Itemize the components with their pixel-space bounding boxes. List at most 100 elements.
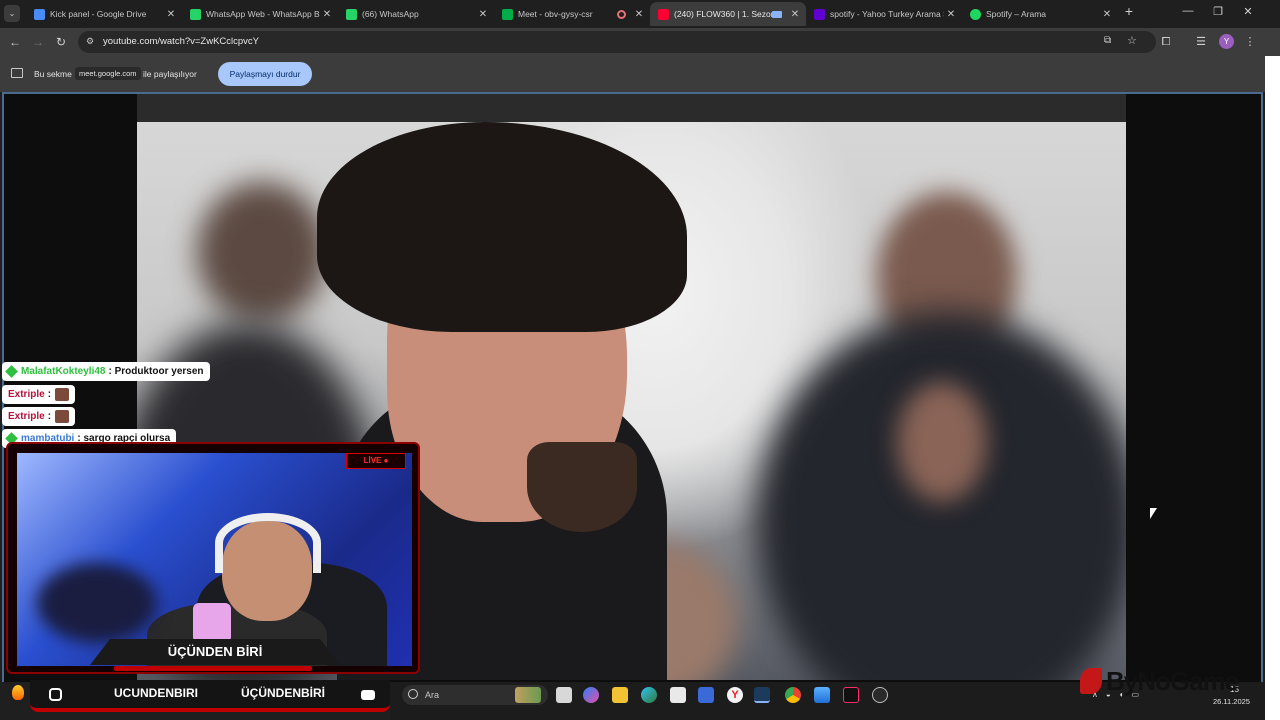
profile-avatar[interactable]: Y	[1219, 34, 1234, 49]
store-icon[interactable]	[670, 687, 686, 703]
streamer-name-plate: ÜÇÜNDEN BİRİ	[90, 639, 340, 665]
install-app-icon[interactable]: ⧉	[1104, 35, 1111, 46]
headphones-icon	[215, 513, 321, 573]
pink-cup	[193, 603, 231, 643]
chat-text: Produktoor yersen	[114, 366, 204, 377]
clock-date[interactable]: 26.11.2025	[1213, 697, 1250, 706]
tab-search-button[interactable]: ⌄	[4, 5, 20, 22]
new-tab-button[interactable]: +	[1119, 3, 1139, 19]
site-info-icon[interactable]: ⚙	[86, 36, 94, 47]
tab-google-drive[interactable]: Kick panel - Google Drive ✕	[26, 2, 182, 26]
name-plate-accent	[114, 666, 312, 671]
copilot-icon[interactable]	[583, 687, 599, 703]
close-tab-icon[interactable]: ✕	[320, 9, 334, 20]
live-badge: LİVE ●	[346, 453, 406, 469]
youtube-icon	[361, 690, 375, 700]
search-highlight-icon[interactable]	[515, 687, 541, 703]
steam-icon[interactable]	[754, 687, 770, 703]
app-badge-icon[interactable]	[872, 687, 888, 703]
extensions-icon[interactable]: ⧠	[1158, 34, 1174, 50]
edge-icon[interactable]	[641, 687, 657, 703]
chat-separator: :	[108, 366, 112, 377]
webcam-feed	[17, 453, 412, 666]
chat-separator: :	[47, 411, 52, 422]
whatsapp-icon	[190, 8, 201, 20]
video-letterbox-top	[137, 94, 1126, 122]
google-drive-icon	[34, 8, 45, 20]
flame-icon	[12, 685, 24, 700]
menu-kebab-icon[interactable]: ⋮	[1242, 34, 1258, 50]
bookmark-star-icon[interactable]: ☆	[1127, 34, 1137, 47]
task-view-icon[interactable]	[556, 687, 572, 703]
background-hand	[897, 382, 987, 502]
file-explorer-icon[interactable]	[612, 687, 628, 703]
close-tab-icon[interactable]: ✕	[944, 9, 958, 20]
cast-icon	[772, 10, 782, 18]
chat-message: Extriple :	[2, 385, 76, 404]
close-tab-icon[interactable]: ✕	[632, 9, 646, 20]
minimize-button[interactable]: —	[1178, 5, 1198, 21]
tab-spotify[interactable]: Spotify – Arama ✕	[962, 2, 1118, 26]
app-icon[interactable]	[698, 687, 714, 703]
tab-whatsapp[interactable]: (66) WhatsApp ✕	[338, 2, 494, 26]
photos-icon[interactable]	[814, 687, 830, 703]
tab-yahoo[interactable]: spotify - Yahoo Turkey Arama S ✕	[806, 2, 962, 26]
back-arrow-icon[interactable]: ←	[7, 34, 23, 50]
close-tab-icon[interactable]: ✕	[788, 9, 802, 20]
restore-button[interactable]: ❐	[1208, 5, 1228, 21]
chat-message: Extriple :	[2, 407, 76, 426]
social-handles-bar	[30, 680, 390, 712]
tiktok-icon[interactable]	[843, 687, 859, 703]
watermark-text: ByNoGame	[1106, 666, 1239, 696]
youtube-icon	[658, 8, 669, 20]
close-tab-icon[interactable]: ✕	[1100, 9, 1114, 20]
google-meet-icon	[502, 8, 513, 20]
tab-whatsapp-web[interactable]: WhatsApp Web - WhatsApp Bu ✕	[182, 2, 338, 26]
recording-icon	[617, 9, 626, 19]
watermark-logo-icon	[1080, 668, 1102, 694]
share-domain-chip: meet.google.com	[75, 67, 141, 80]
tab-meet[interactable]: Meet - obv-gysy-csr ✕	[494, 2, 650, 26]
chrome-icon[interactable]	[785, 687, 801, 703]
chat-separator: :	[47, 389, 52, 400]
share-suffix-text: ile paylaşılıyor	[143, 69, 197, 79]
yandex-icon[interactable]: Y	[727, 687, 743, 703]
address-bar[interactable]: ⚙ youtube.com/watch?v=ZwKCclcpvcY ⧉ ☆	[78, 31, 1156, 53]
social-handle: UCUNDENBIRI	[114, 686, 198, 700]
tab-title: (66) WhatsApp	[362, 9, 419, 19]
yahoo-icon	[814, 8, 825, 20]
stop-sharing-button[interactable]: Paylaşmayı durdur	[218, 62, 312, 86]
foreground-beard	[527, 442, 637, 532]
tab-search-icon[interactable]: ☰	[1193, 34, 1209, 50]
mouse-cursor-icon	[1150, 508, 1157, 519]
chat-badge-icon	[5, 365, 18, 378]
tab-youtube[interactable]: (240) FLOW360 | 1. Sezon ✕	[650, 2, 806, 26]
chat-username: Extriple	[8, 389, 45, 400]
chat-emote-icon	[55, 388, 70, 401]
share-prefix-text: Bu sekme	[34, 69, 72, 79]
spotify-icon	[970, 8, 981, 20]
tab-title: spotify - Yahoo Turkey Arama S	[830, 9, 944, 19]
screen-share-icon	[11, 68, 23, 78]
forward-arrow-icon[interactable]: →	[30, 34, 46, 50]
tab-title: WhatsApp Web - WhatsApp Bu	[206, 9, 320, 19]
tab-title: Kick panel - Google Drive	[50, 9, 147, 19]
search-icon	[408, 689, 418, 699]
close-tab-icon[interactable]: ✕	[164, 9, 178, 20]
tab-strip: ⌄ Kick panel - Google Drive ✕ WhatsApp W…	[0, 0, 1280, 28]
taskbar-search-placeholder[interactable]: Ara	[425, 690, 439, 700]
url-text[interactable]: youtube.com/watch?v=ZwKCclcpvcY	[103, 36, 259, 47]
background-gear	[37, 563, 157, 643]
browser-toolbar: ← → ↻ ⚙ youtube.com/watch?v=ZwKCclcpvcY …	[0, 28, 1280, 56]
chat-username: Extriple	[8, 411, 45, 422]
tab-title: Meet - obv-gysy-csr	[518, 9, 593, 19]
social-handle: ÜÇÜNDENBİRİ	[241, 686, 325, 700]
reload-icon[interactable]: ↻	[53, 34, 69, 50]
close-tab-icon[interactable]: ✕	[476, 9, 490, 20]
close-window-button[interactable]: ✕	[1238, 5, 1258, 21]
tab-title: (240) FLOW360 | 1. Sezon	[674, 9, 772, 19]
instagram-icon	[49, 688, 62, 701]
background-person-left	[197, 182, 327, 322]
chat-emote-icon	[55, 410, 70, 423]
tab-sharing-infobar: Bu sekme meet.google.com ile paylaşılıyo…	[0, 56, 1265, 92]
